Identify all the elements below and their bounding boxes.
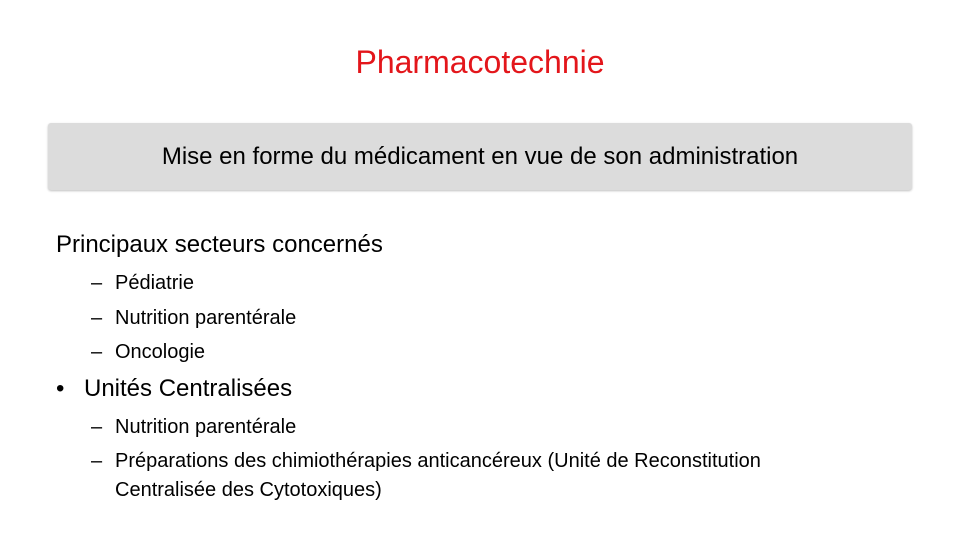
dash-marker: –: [91, 341, 103, 363]
dash-marker: –: [91, 450, 103, 472]
list-item-text: Préparations des chimiothérapies antican…: [115, 450, 761, 472]
dash-marker: –: [91, 307, 103, 329]
list-item-text: Nutrition parentérale: [115, 307, 297, 329]
list-item-continuation: Centralisée des Cytotoxiques): [115, 479, 382, 501]
bullet-marker: •: [56, 375, 65, 402]
section-heading-text: Principaux secteurs concernés: [56, 231, 383, 258]
slide: Pharmacotechnie Mise en forme du médicam…: [0, 0, 960, 540]
slide-content: Principaux secteurs concernés – Pédiatri…: [0, 0, 960, 540]
section-heading-text: Unités Centralisées: [84, 375, 293, 402]
dash-marker: –: [91, 272, 103, 294]
list-item-text: Oncologie: [115, 341, 206, 363]
section-heading-principaux: Principaux secteurs concernés: [56, 230, 383, 260]
dash-marker: –: [91, 416, 103, 438]
list-item-text: Pédiatrie: [115, 272, 194, 294]
list-item-text: Nutrition parentérale: [115, 416, 297, 438]
